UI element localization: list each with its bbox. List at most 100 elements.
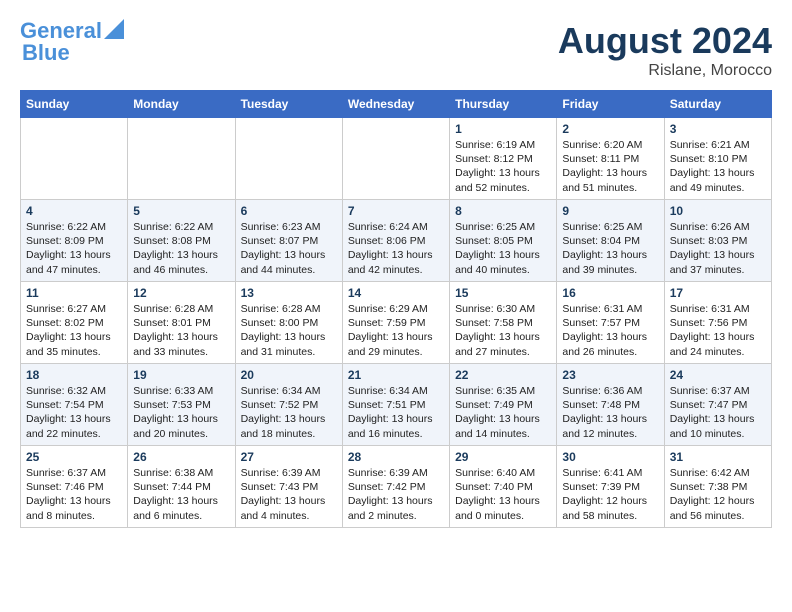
day-content: Sunrise: 6:19 AMSunset: 8:12 PMDaylight:… <box>455 138 551 195</box>
day-content: Sunrise: 6:24 AMSunset: 8:06 PMDaylight:… <box>348 220 444 277</box>
calendar-cell: 16 Sunrise: 6:31 AMSunset: 7:57 PMDayligh… <box>557 282 664 364</box>
col-sunday: Sunday <box>21 91 128 118</box>
day-number: 27 <box>241 450 337 464</box>
calendar-cell: 12 Sunrise: 6:28 AMSunset: 8:01 PMDayligh… <box>128 282 235 364</box>
day-content: Sunrise: 6:26 AMSunset: 8:03 PMDaylight:… <box>670 220 766 277</box>
day-number: 4 <box>26 204 122 218</box>
day-number: 3 <box>670 122 766 136</box>
calendar-cell: 10 Sunrise: 6:26 AMSunset: 8:03 PMDayligh… <box>664 200 771 282</box>
day-content: Sunrise: 6:20 AMSunset: 8:11 PMDaylight:… <box>562 138 658 195</box>
calendar-cell: 6 Sunrise: 6:23 AMSunset: 8:07 PMDaylight… <box>235 200 342 282</box>
day-content: Sunrise: 6:22 AMSunset: 8:08 PMDaylight:… <box>133 220 229 277</box>
week-row-2: 4 Sunrise: 6:22 AMSunset: 8:09 PMDaylight… <box>21 200 772 282</box>
calendar-cell: 1 Sunrise: 6:19 AMSunset: 8:12 PMDaylight… <box>450 118 557 200</box>
day-number: 29 <box>455 450 551 464</box>
calendar-cell: 14 Sunrise: 6:29 AMSunset: 7:59 PMDayligh… <box>342 282 449 364</box>
header-row: Sunday Monday Tuesday Wednesday Thursday… <box>21 91 772 118</box>
day-number: 30 <box>562 450 658 464</box>
calendar-body: 1 Sunrise: 6:19 AMSunset: 8:12 PMDaylight… <box>21 118 772 528</box>
calendar-cell: 11Sunrise: 6:27 AMSunset: 8:02 PMDayligh… <box>21 282 128 364</box>
day-content: Sunrise: 6:21 AMSunset: 8:10 PMDaylight:… <box>670 138 766 195</box>
day-content: Sunrise: 6:28 AMSunset: 8:00 PMDaylight:… <box>241 302 337 359</box>
calendar-cell <box>21 118 128 200</box>
col-monday: Monday <box>128 91 235 118</box>
calendar-cell <box>342 118 449 200</box>
calendar-cell: 18 Sunrise: 6:32 AMSunset: 7:54 PMDayligh… <box>21 364 128 446</box>
calendar-cell: 2Sunrise: 6:20 AMSunset: 8:11 PMDaylight… <box>557 118 664 200</box>
title-block: August 2024 Rislane, Morocco <box>558 20 772 80</box>
calendar-cell: 7 Sunrise: 6:24 AMSunset: 8:06 PMDaylight… <box>342 200 449 282</box>
logo-blue: Blue <box>22 40 70 65</box>
day-number: 18 <box>26 368 122 382</box>
page-header: General Blue August 2024 Rislane, Morocc… <box>20 20 772 80</box>
day-number: 15 <box>455 286 551 300</box>
day-content: Sunrise: 6:22 AMSunset: 8:09 PMDaylight:… <box>26 220 122 277</box>
day-number: 6 <box>241 204 337 218</box>
day-number: 28 <box>348 450 444 464</box>
col-saturday: Saturday <box>664 91 771 118</box>
day-content: Sunrise: 6:39 AMSunset: 7:42 PMDaylight:… <box>348 466 444 523</box>
calendar-cell: 13 Sunrise: 6:28 AMSunset: 8:00 PMDayligh… <box>235 282 342 364</box>
subtitle: Rislane, Morocco <box>558 62 772 80</box>
day-number: 21 <box>348 368 444 382</box>
calendar-cell: 29 Sunrise: 6:40 AMSunset: 7:40 PMDayligh… <box>450 446 557 528</box>
day-content: Sunrise: 6:25 AMSunset: 8:04 PMDaylight:… <box>562 220 658 277</box>
day-content: Sunrise: 6:30 AMSunset: 7:58 PMDaylight:… <box>455 302 551 359</box>
calendar-cell <box>128 118 235 200</box>
day-number: 12 <box>133 286 229 300</box>
day-content: Sunrise: 6:40 AMSunset: 7:40 PMDaylight:… <box>455 466 551 523</box>
day-content: Sunrise: 6:35 AMSunset: 7:49 PMDaylight:… <box>455 384 551 441</box>
day-number: 1 <box>455 122 551 136</box>
calendar-cell: 25 Sunrise: 6:37 AMSunset: 7:46 PMDayligh… <box>21 446 128 528</box>
calendar-cell: 26Sunrise: 6:38 AMSunset: 7:44 PMDayligh… <box>128 446 235 528</box>
calendar-cell: 8 Sunrise: 6:25 AMSunset: 8:05 PMDaylight… <box>450 200 557 282</box>
day-number: 13 <box>241 286 337 300</box>
col-wednesday: Wednesday <box>342 91 449 118</box>
calendar-header: Sunday Monday Tuesday Wednesday Thursday… <box>21 91 772 118</box>
calendar-cell: 17Sunrise: 6:31 AMSunset: 7:56 PMDayligh… <box>664 282 771 364</box>
day-number: 23 <box>562 368 658 382</box>
calendar-cell: 4 Sunrise: 6:22 AMSunset: 8:09 PMDaylight… <box>21 200 128 282</box>
day-number: 5 <box>133 204 229 218</box>
day-content: Sunrise: 6:27 AMSunset: 8:02 PMDaylight:… <box>26 302 122 359</box>
day-content: Sunrise: 6:37 AMSunset: 7:46 PMDaylight:… <box>26 466 122 523</box>
day-number: 19 <box>133 368 229 382</box>
day-content: Sunrise: 6:31 AMSunset: 7:56 PMDaylight:… <box>670 302 766 359</box>
day-number: 14 <box>348 286 444 300</box>
day-content: Sunrise: 6:34 AMSunset: 7:51 PMDaylight:… <box>348 384 444 441</box>
col-thursday: Thursday <box>450 91 557 118</box>
day-number: 8 <box>455 204 551 218</box>
logo-text: General <box>20 20 102 42</box>
calendar-cell <box>235 118 342 200</box>
day-number: 20 <box>241 368 337 382</box>
day-content: Sunrise: 6:42 AMSunset: 7:38 PMDaylight:… <box>670 466 766 523</box>
calendar-cell: 22 Sunrise: 6:35 AMSunset: 7:49 PMDayligh… <box>450 364 557 446</box>
day-number: 7 <box>348 204 444 218</box>
day-number: 22 <box>455 368 551 382</box>
day-content: Sunrise: 6:23 AMSunset: 8:07 PMDaylight:… <box>241 220 337 277</box>
week-row-1: 1 Sunrise: 6:19 AMSunset: 8:12 PMDaylight… <box>21 118 772 200</box>
week-row-3: 11Sunrise: 6:27 AMSunset: 8:02 PMDayligh… <box>21 282 772 364</box>
day-number: 16 <box>562 286 658 300</box>
day-content: Sunrise: 6:41 AMSunset: 7:39 PMDaylight:… <box>562 466 658 523</box>
day-number: 10 <box>670 204 766 218</box>
day-number: 31 <box>670 450 766 464</box>
calendar-cell: 3 Sunrise: 6:21 AMSunset: 8:10 PMDaylight… <box>664 118 771 200</box>
day-content: Sunrise: 6:32 AMSunset: 7:54 PMDaylight:… <box>26 384 122 441</box>
calendar-cell: 20Sunrise: 6:34 AMSunset: 7:52 PMDayligh… <box>235 364 342 446</box>
day-content: Sunrise: 6:25 AMSunset: 8:05 PMDaylight:… <box>455 220 551 277</box>
calendar-cell: 5 Sunrise: 6:22 AMSunset: 8:08 PMDaylight… <box>128 200 235 282</box>
col-friday: Friday <box>557 91 664 118</box>
day-content: Sunrise: 6:28 AMSunset: 8:01 PMDaylight:… <box>133 302 229 359</box>
calendar-cell: 30 Sunrise: 6:41 AMSunset: 7:39 PMDayligh… <box>557 446 664 528</box>
logo-arrow-icon <box>104 19 124 39</box>
day-number: 25 <box>26 450 122 464</box>
day-number: 9 <box>562 204 658 218</box>
day-content: Sunrise: 6:29 AMSunset: 7:59 PMDaylight:… <box>348 302 444 359</box>
day-content: Sunrise: 6:36 AMSunset: 7:48 PMDaylight:… <box>562 384 658 441</box>
calendar-cell: 19Sunrise: 6:33 AMSunset: 7:53 PMDayligh… <box>128 364 235 446</box>
calendar-table: Sunday Monday Tuesday Wednesday Thursday… <box>20 90 772 528</box>
day-content: Sunrise: 6:31 AMSunset: 7:57 PMDaylight:… <box>562 302 658 359</box>
day-number: 24 <box>670 368 766 382</box>
calendar-cell: 9 Sunrise: 6:25 AMSunset: 8:04 PMDaylight… <box>557 200 664 282</box>
